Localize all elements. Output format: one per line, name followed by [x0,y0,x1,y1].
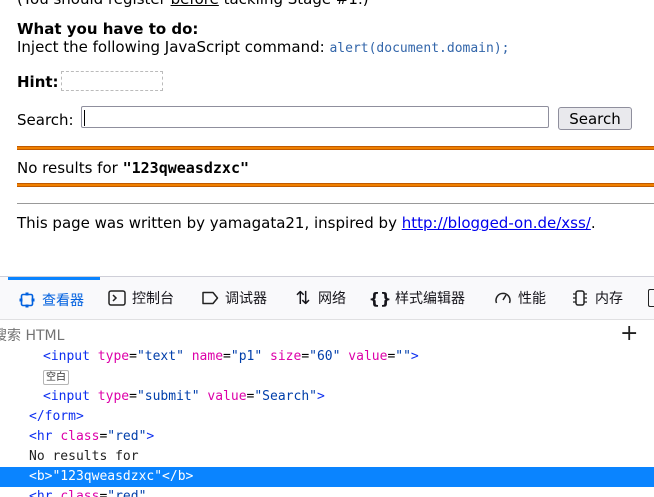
markup-tag-close: > [146,429,155,444]
whitespace-badge: 空白 [43,370,69,385]
results-query: "123qweasdzxc" [122,159,250,177]
markup-attr: name [191,349,224,364]
tab-network[interactable]: ⇅ 网络 [294,277,346,319]
footer-text: This page was written by yamagata21, ins… [17,214,402,232]
performance-icon [494,289,512,307]
markup-attr: class [60,429,100,444]
debugger-icon [201,289,219,307]
hint-label: Hint: [17,73,59,91]
markup-value: "red" [107,429,147,444]
markup-value: "" [395,349,411,364]
markup-tag-close: > [410,349,419,364]
markup-line[interactable]: <input type="text" name="p1" size="60" v… [0,347,654,367]
tab-memory[interactable]: 内存 [571,277,623,319]
memory-icon [571,289,589,307]
tab-style-editor[interactable]: {} 样式编辑器 [368,277,465,319]
markup-value: "submit" [136,389,200,404]
markup-attr: value [348,349,388,364]
before-link[interactable]: before [171,0,219,8]
results-message: No results for "123qweasdzxc" [17,159,249,177]
network-icon: ⇅ [295,287,311,309]
style-editor-icon: {} [368,288,392,308]
markup-value: "text" [136,349,184,364]
web-page: (You should register before tackling Sta… [0,0,654,276]
tab-style-editor-label: 样式编辑器 [395,291,465,307]
todo-heading: What you have to do: [17,20,199,38]
search-html-input[interactable]: 搜索 HTML [0,325,64,345]
red-divider-bottom [17,183,654,187]
markup-value: "60" [309,349,341,364]
console-icon [108,289,126,307]
markup-tag: <b>"123qweasdzxc"</b> [29,469,194,484]
red-divider-top [17,146,654,150]
overflow-icon [648,289,654,307]
instruction: Inject the following JavaScript command:… [17,38,509,56]
inspector-icon [18,291,36,309]
tab-overflow[interactable] [648,277,654,319]
footer-link[interactable]: http://blogged-on.de/xss/ [402,214,591,232]
tab-console[interactable]: 控制台 [108,277,174,319]
markup-toolbar: 搜索 HTML + [0,320,654,348]
markup-line-selected[interactable]: <b>"123qweasdzxc"</b> [0,467,654,487]
devtools-tabs: 查看器 控制台 调试器 ⇅ 网络 {} 样式编辑器 性能 内存 [0,277,654,320]
add-node-icon[interactable]: + [620,321,638,346]
devtools-panel: 查看器 控制台 调试器 ⇅ 网络 {} 样式编辑器 性能 内存 搜索 HTML … [0,276,654,497]
markup-value: "Search" [254,389,317,404]
markup-attr: size [270,349,302,364]
markup-tag: <input [43,349,90,364]
text-caret [84,110,85,126]
markup-text-node: No results for [29,449,139,464]
markup-attr: value [207,389,247,404]
markup-tag: </form> [29,409,84,424]
tab-inspector[interactable]: 查看器 [8,277,100,319]
markup-line[interactable]: 空白 [0,367,654,387]
markup-line[interactable]: <input type="submit" value="Search"> [0,387,654,407]
register-note-tail: tackling Stage #1.) [219,0,369,8]
tab-inspector-label: 查看器 [42,292,84,309]
footer: This page was written by yamagata21, ins… [17,214,596,232]
markup-tag: <hr [29,429,53,444]
markup-tree: <input type="text" name="p1" size="60" v… [0,347,654,497]
tab-console-label: 控制台 [132,291,174,307]
hint-box[interactable] [61,71,163,91]
markup-tag-close: > [316,389,325,404]
tab-debugger[interactable]: 调试器 [201,277,267,319]
gray-divider [17,203,654,204]
register-note: (You should register before tackling Sta… [17,0,369,8]
search-input[interactable] [81,106,549,128]
command-code: alert(document.domain); [329,41,510,56]
markup-attr: type [97,389,130,404]
markup-tag: <input [43,389,90,404]
search-button[interactable]: Search [558,107,632,130]
tab-performance-label: 性能 [518,291,546,307]
markup-line[interactable]: No results for [0,447,654,467]
search-label: Search: [17,111,74,129]
tab-memory-label: 内存 [595,291,623,307]
tab-debugger-label: 调试器 [225,291,267,307]
markup-value: "p1" [230,349,263,364]
tab-performance[interactable]: 性能 [494,277,546,319]
register-note-text: (You should register [17,0,171,8]
markup-line[interactable]: </form> [0,407,654,427]
footer-period: . [590,214,596,232]
tab-network-label: 网络 [318,291,346,307]
markup-line[interactable]: <hr class="red"> [0,427,654,447]
instruction-text: Inject the following JavaScript command: [17,38,330,56]
results-prefix: No results for [17,159,123,177]
markup-attr: type [97,349,130,364]
